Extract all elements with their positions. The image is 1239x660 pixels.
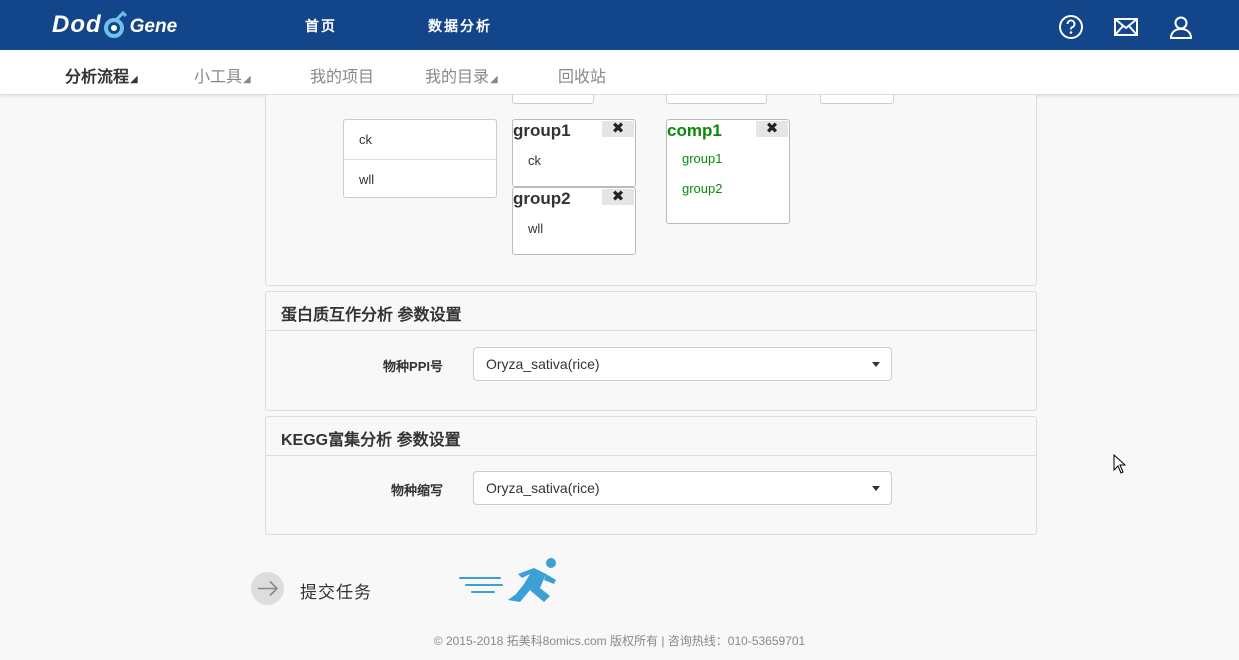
select-value: Oryza_sativa(rice) [486,356,600,372]
partial-box [512,95,594,104]
submit-button[interactable] [251,572,284,605]
logo-text-left: Dod [52,11,102,38]
sub-navbar: 分析流程◢ 小工具◢ 我的项目 我的目录◢ 回收站 [0,50,1239,95]
panel-title: 蛋白质互作分析 参数设置 [266,292,1036,331]
subnav-analysis-pipeline[interactable]: 分析流程◢ [65,63,138,87]
logo-text-right: Gene [129,16,178,37]
logo-figure-icon [103,10,127,38]
sample-item[interactable]: wll [344,159,496,198]
close-icon[interactable]: ✖ [602,121,634,137]
species-ppi-select[interactable]: Oryza_sativa(rice) [473,347,892,381]
partial-box [666,95,767,104]
arrow-right-icon [258,580,279,597]
species-abbr-label: 物种缩写 [390,483,443,498]
dropdown-arrow-icon [872,362,880,367]
comparison-box[interactable]: comp1 ✖ group1 group2 [666,119,790,224]
comparison-member[interactable]: group2 [667,177,789,207]
panel-title: KEGG富集分析 参数设置 [266,417,1036,456]
sample-list: ck wll [343,119,497,198]
select-value: Oryza_sativa(rice) [486,480,600,496]
group-box[interactable]: group2 ✖ wll [512,187,636,255]
subnav-my-directory[interactable]: 我的目录◢ [425,63,498,87]
caret-icon: ◢ [490,74,498,85]
group-member[interactable]: wll [513,214,635,249]
submit-label[interactable]: 提交任务 [300,578,372,603]
running-man-icon [459,558,556,602]
caret-icon: ◢ [130,74,138,85]
close-icon[interactable]: ✖ [602,189,634,205]
partial-box [820,95,894,104]
footer-copyright: © 2015-2018 拓美科8omics.com 版权所有 | 咨询热线：01… [433,634,806,648]
comparison-member[interactable]: group1 [667,146,789,177]
close-icon[interactable]: ✖ [756,121,788,137]
logo[interactable]: Dod Gene [52,9,177,41]
mail-icon[interactable] [1113,14,1139,40]
help-icon[interactable] [1058,14,1084,40]
caret-icon: ◢ [243,74,251,85]
ppi-settings-panel: 蛋白质互作分析 参数设置 物种PPI号 Oryza_sativa(rice) [265,291,1037,411]
group-member[interactable]: ck [513,146,635,181]
sample-item[interactable]: ck [344,120,496,159]
nav-data-analysis[interactable]: 数据分析 [428,16,492,36]
species-ppi-label: 物种PPI号 [383,359,443,374]
subnav-recycle-bin[interactable]: 回收站 [558,63,606,87]
mouse-cursor-icon [1113,454,1127,474]
group-box[interactable]: group1 ✖ ck [512,119,636,187]
subnav-my-projects[interactable]: 我的项目 [310,63,374,87]
species-abbr-select[interactable]: Oryza_sativa(rice) [473,471,892,505]
kegg-settings-panel: KEGG富集分析 参数设置 物种缩写 Oryza_sativa(rice) [265,416,1037,535]
dropdown-arrow-icon [872,486,880,491]
user-icon[interactable] [1168,14,1194,40]
nav-home[interactable]: 首页 [305,16,337,36]
subnav-tools[interactable]: 小工具◢ [194,63,251,87]
top-navbar: Dod Gene 首页 数据分析 [0,0,1239,50]
